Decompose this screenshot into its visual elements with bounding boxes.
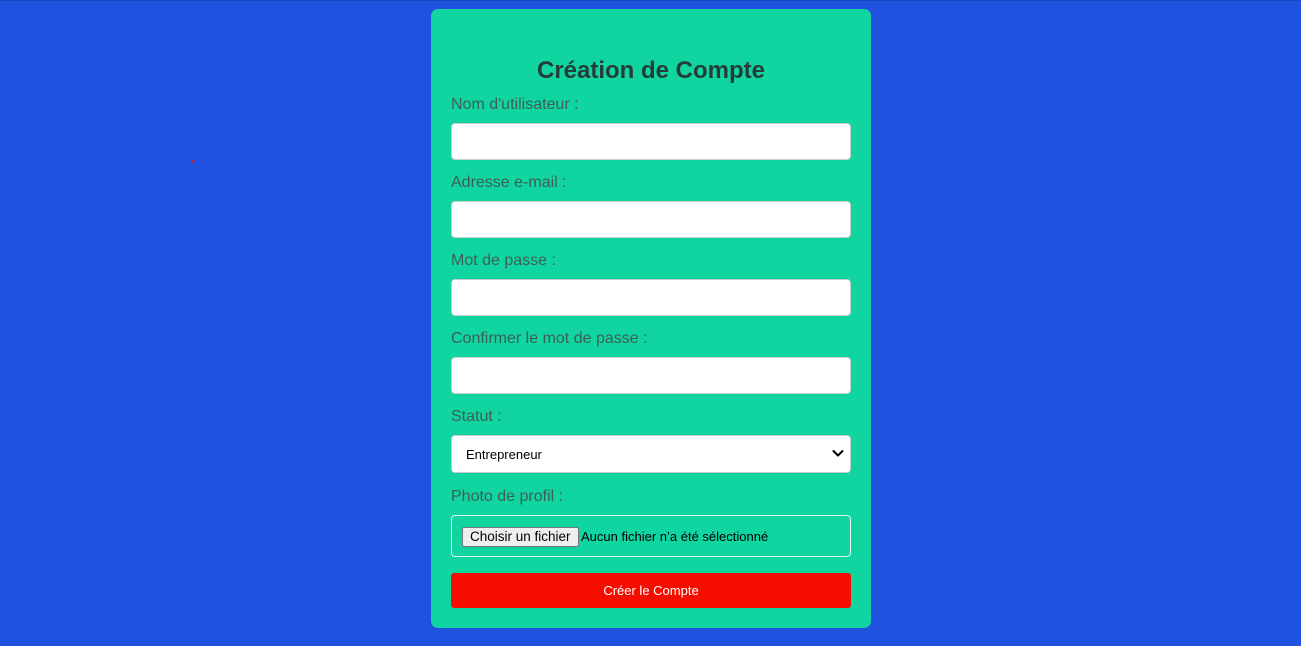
file-status-text: Aucun fichier n’a été sélectionné	[581, 529, 769, 544]
create-account-button[interactable]: Créer le Compte	[451, 573, 851, 608]
confirm-password-label: Confirmer le mot de passe :	[451, 330, 648, 347]
password-input[interactable]	[451, 279, 851, 316]
photo-label: Photo de profil :	[451, 488, 564, 505]
status-label: Statut :	[451, 408, 502, 425]
email-input[interactable]	[451, 201, 851, 238]
status-select[interactable]: Entrepreneur	[451, 435, 851, 473]
profile-photo-file-input: Choisir un fichier Aucun fichier n’a été…	[451, 515, 851, 557]
page-top-border	[0, 0, 1301, 1]
confirm-password-input[interactable]	[451, 357, 851, 394]
username-label: Nom d'utilisateur :	[451, 96, 579, 113]
red-dot-mark	[191, 160, 194, 163]
chevron-down-icon	[832, 450, 844, 457]
form-title: Création de Compte	[536, 57, 766, 84]
password-label: Mot de passe :	[451, 252, 556, 269]
username-input[interactable]	[451, 123, 851, 160]
email-label: Adresse e-mail :	[451, 174, 567, 191]
account-creation-card: Création de Compte Nom d'utilisateur : A…	[431, 9, 871, 628]
choose-file-button[interactable]: Choisir un fichier	[462, 527, 579, 547]
status-selected-value: Entrepreneur	[466, 447, 542, 462]
